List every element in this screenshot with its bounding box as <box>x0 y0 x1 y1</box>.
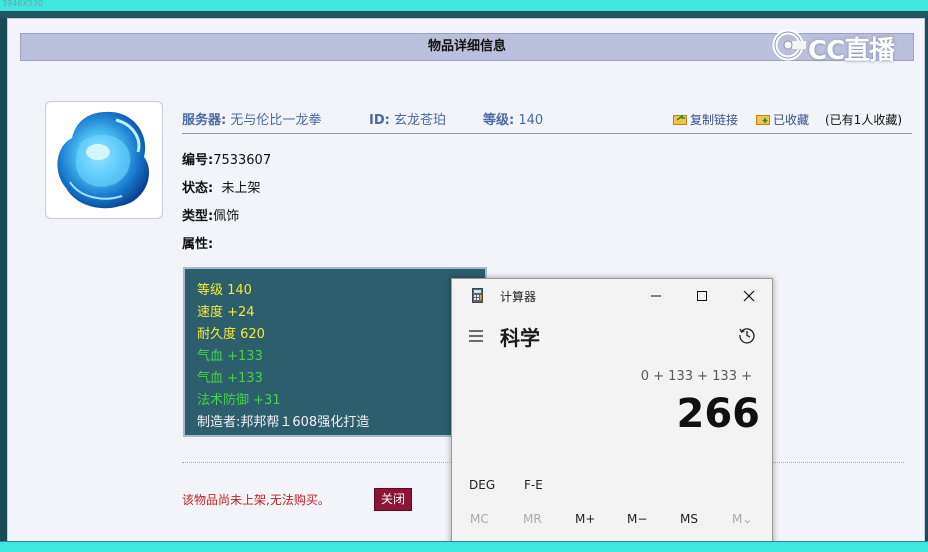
not-listed-notice: 该物品尚未上架,无法购买。 <box>182 493 330 507</box>
number-field: 编号:7533607 <box>182 149 271 168</box>
calculator-result: 266 <box>676 391 761 437</box>
attr-line: 等级 140 <box>197 283 252 298</box>
watermark-logo: CC直播 <box>770 27 910 66</box>
attr-line: 气血 +133 <box>197 349 263 364</box>
close-icon[interactable] <box>735 285 763 307</box>
memory-store-button[interactable]: MS <box>680 512 698 526</box>
calculator-expression: 0 + 133 + 133 + <box>640 369 752 384</box>
top-strip-label: 3946X530 <box>2 0 44 8</box>
level-label: 等级: <box>483 113 515 128</box>
bottom-strip <box>0 541 928 552</box>
minimize-icon[interactable] <box>642 285 670 307</box>
maximize-icon[interactable] <box>688 285 716 307</box>
copy-link-label: 复制链接 <box>690 113 739 127</box>
copy-link-icon <box>673 114 687 125</box>
id-value: 玄龙苍珀 <box>393 113 446 128</box>
attr-line: 制造者:邦邦帮１608强化打造 <box>197 415 370 430</box>
server-value: 无与伦比一龙拳 <box>230 113 322 128</box>
calculator-app-icon <box>472 288 483 303</box>
history-icon[interactable] <box>738 326 756 344</box>
level-value: 140 <box>518 113 544 128</box>
copy-link-button[interactable]: 复制链接 <box>673 111 738 128</box>
type-label: 类型: <box>182 209 214 224</box>
favorite-count: (已有1人收藏) <box>825 113 902 127</box>
watermark-text: CC直播 <box>808 36 895 66</box>
memory-clear-button[interactable]: MC <box>470 512 489 526</box>
memory-list-button[interactable]: M⌄ <box>732 512 752 526</box>
number-value: 7533607 <box>213 153 272 168</box>
status-label: 状态: <box>182 181 214 196</box>
attr-label: 属性: <box>182 237 214 252</box>
calculator-title: 计算器 <box>500 290 537 304</box>
deg-button[interactable]: DEG <box>469 478 495 492</box>
memory-subtract-button[interactable]: M− <box>627 512 647 526</box>
attr-line: 速度 +24 <box>197 305 255 320</box>
status-field: 状态: 未上架 <box>182 177 260 196</box>
cc-logo-icon <box>772 29 806 61</box>
item-image <box>45 101 163 219</box>
fe-button[interactable]: F-E <box>524 478 543 492</box>
jade-pendant-icon <box>57 111 150 209</box>
type-value: 佩饰 <box>213 209 240 224</box>
favorited-label: 已收藏 <box>773 113 810 127</box>
memory-add-button[interactable]: M+ <box>575 512 595 526</box>
top-strip: 3946X530 <box>0 0 928 11</box>
server-field: 服务器: 无与伦比一龙拳 <box>182 109 321 128</box>
attr-field: 属性: <box>182 233 213 252</box>
attr-line: 气血 +133 <box>197 371 263 386</box>
status-value: 未上架 <box>221 181 261 196</box>
favorited-button[interactable]: 已收藏 <box>756 111 809 128</box>
id-label: ID: <box>369 113 390 128</box>
server-label: 服务器: <box>182 113 227 128</box>
type-field: 类型:佩饰 <box>182 205 239 224</box>
memory-recall-button[interactable]: MR <box>523 512 542 526</box>
favorite-folder-icon <box>756 115 770 125</box>
item-info-row: 服务器: 无与伦比一龙拳 ID: 玄龙苍珀 等级: 140 复制链接 已收藏 (… <box>182 107 912 134</box>
top-band <box>0 11 928 18</box>
attr-line: 耐久度 620 <box>197 327 265 342</box>
id-field: ID: 玄龙苍珀 <box>369 109 446 128</box>
close-button[interactable]: 关闭 <box>374 488 412 511</box>
attributes-box: 等级 140 速度 +24 耐久度 620 气血 +133 气血 +133 法术… <box>183 267 487 437</box>
calculator-mode: 科学 <box>500 326 540 350</box>
number-label: 编号: <box>182 153 214 168</box>
attr-line: 法术防御 +31 <box>197 393 281 408</box>
level-field: 等级: 140 <box>483 109 543 128</box>
calculator-window: 计算器 科学 0 + 133 + 133 + 266 DEG F-E MC MR… <box>451 278 773 552</box>
hamburger-menu-icon[interactable] <box>468 329 484 343</box>
calculator-titlebar[interactable]: 计算器 <box>452 279 772 311</box>
